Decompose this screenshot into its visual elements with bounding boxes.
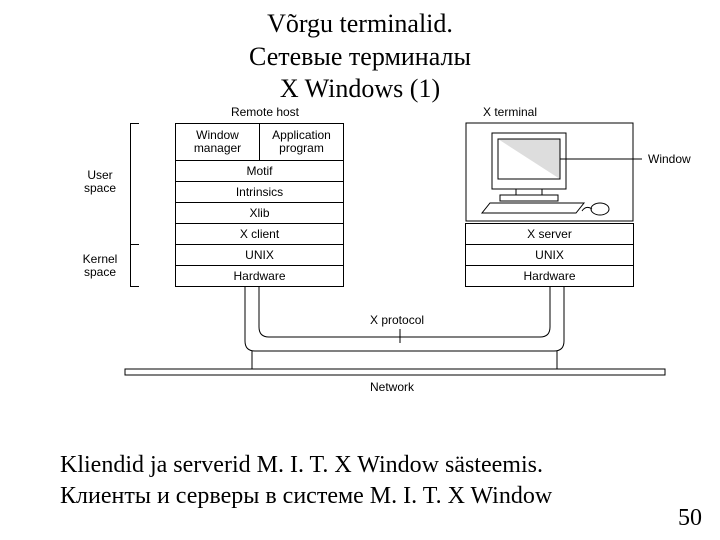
diagram-svg <box>0 105 720 425</box>
x-windows-diagram: Remote host X terminal Window manager Ap… <box>0 105 720 425</box>
network-label: Network <box>370 380 414 394</box>
caption-line-2: Клиенты и серверы в системе M. I. T. X W… <box>60 481 680 512</box>
slide-caption: Kliendid ja serverid M. I. T. X Window s… <box>60 450 680 512</box>
window-label: Window <box>648 152 691 166</box>
title-line-1: Võrgu terminalid. <box>0 8 720 41</box>
page-number: 50 <box>678 505 702 532</box>
caption-line-1: Kliendid ja serverid M. I. T. X Window s… <box>60 450 680 481</box>
slide-title: Võrgu terminalid. Сетевые терминалы X Wi… <box>0 0 720 106</box>
title-line-2: Сетевые терминалы <box>0 41 720 74</box>
title-line-3: X Windows (1) <box>0 73 720 106</box>
x-protocol-label: X protocol <box>370 313 424 327</box>
